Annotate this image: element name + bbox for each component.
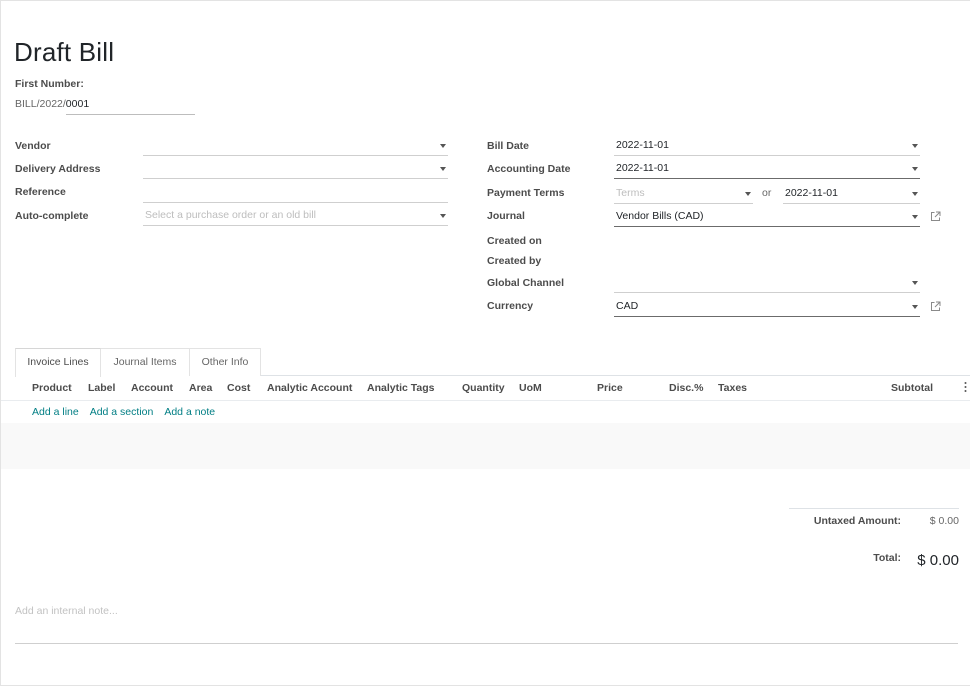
col-label[interactable]: Label [88,382,115,394]
payment-terms-label: Payment Terms [487,187,565,199]
global-channel-field[interactable] [614,273,920,293]
add-section-link[interactable]: Add a section [90,406,154,418]
accounting-date-field[interactable]: 2022-11-01 [614,159,920,179]
col-uom[interactable]: UoM [519,382,542,394]
add-links-row: Add a line Add a section Add a note [32,406,226,418]
delivery-address-label: Delivery Address [15,163,101,175]
currency-label: Currency [487,300,534,312]
col-product[interactable]: Product [32,382,72,394]
journal-label: Journal [487,210,525,222]
reference-label: Reference [15,186,66,198]
totals-divider [789,508,959,509]
col-cost[interactable]: Cost [227,382,250,394]
invoice-lines-header: Product Label Account Area Cost Analytic… [1,376,970,400]
header-divider [1,400,970,401]
col-account[interactable]: Account [131,382,173,394]
vendor-field[interactable] [143,136,448,156]
journal-field[interactable]: Vendor Bills (CAD) [614,207,920,227]
total-value: $ 0.00 [917,552,959,569]
delivery-address-field[interactable] [143,159,448,179]
first-number-prefix: BILL/2022/ [15,98,66,110]
accounting-date-label: Accounting Date [487,163,571,175]
or-text: or [762,187,772,199]
col-price[interactable]: Price [597,382,623,394]
currency-field[interactable]: CAD [614,297,920,317]
caret-down-icon[interactable] [912,144,918,148]
col-subtotal[interactable]: Subtotal [891,382,933,394]
first-number-label: First Number: [15,78,84,90]
total-label: Total: [873,552,901,564]
untaxed-amount-value: $ 0.00 [929,515,959,527]
created-on-label: Created on [487,235,542,247]
auto-complete-placeholder: Select a purchase order or an old bill [145,209,317,221]
caret-down-icon[interactable] [912,192,918,196]
add-note-link[interactable]: Add a note [164,406,215,418]
col-quantity[interactable]: Quantity [462,382,505,394]
col-analytic-account[interactable]: Analytic Account [267,382,352,394]
global-channel-label: Global Channel [487,277,565,289]
page-title: Draft Bill [14,37,115,67]
col-analytic-tags[interactable]: Analytic Tags [367,382,435,394]
form-sheet: Draft Bill First Number: BILL/2022/0001 … [0,0,970,686]
auto-complete-field[interactable]: Select a purchase order or an old bill [143,206,448,226]
col-discount[interactable]: Disc.% [669,382,703,394]
payment-terms-field[interactable]: Terms [614,184,753,204]
auto-complete-label: Auto-complete [15,210,89,222]
bill-date-field[interactable]: 2022-11-01 [614,136,920,156]
external-link-icon[interactable] [930,301,941,312]
col-taxes[interactable]: Taxes [718,382,747,394]
empty-row-stripe [1,446,970,469]
col-area[interactable]: Area [189,382,212,394]
caret-down-icon[interactable] [440,144,446,148]
external-link-icon[interactable] [930,211,941,222]
caret-down-icon[interactable] [440,167,446,171]
vendor-label: Vendor [15,140,51,152]
caret-down-icon[interactable] [912,215,918,219]
caret-down-icon[interactable] [912,281,918,285]
caret-down-icon[interactable] [440,214,446,218]
empty-row-stripe [1,423,970,446]
first-number-field[interactable]: BILL/2022/0001 [15,98,195,116]
vertical-dots-icon[interactable] [964,381,967,393]
due-date-field[interactable]: 2022-11-01 [783,184,920,204]
caret-down-icon[interactable] [912,305,918,309]
internal-note-input[interactable]: Add an internal note... [15,604,958,644]
tab-journal-items[interactable]: Journal Items [101,348,190,376]
payment-terms-placeholder: Terms [616,187,645,199]
reference-input[interactable] [143,183,448,203]
caret-down-icon[interactable] [912,167,918,171]
tab-other-info[interactable]: Other Info [190,348,261,376]
bill-date-label: Bill Date [487,140,530,152]
untaxed-amount-label: Untaxed Amount: [813,515,901,527]
tab-invoice-lines[interactable]: Invoice Lines [15,348,101,377]
first-number-input[interactable]: 0001 [65,98,195,115]
caret-down-icon[interactable] [745,192,751,196]
add-line-link[interactable]: Add a line [32,406,79,418]
created-by-label: Created by [487,255,542,267]
